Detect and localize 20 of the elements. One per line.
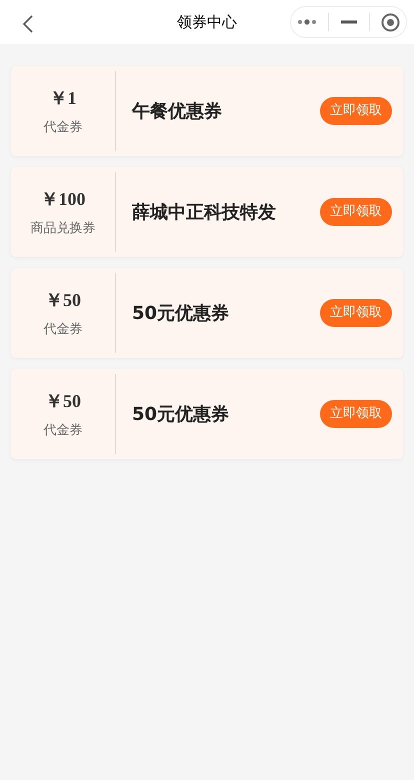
page-title: 领券中心 [177, 12, 237, 33]
close-icon[interactable] [381, 12, 400, 32]
claim-button[interactable]: 立即领取 [320, 97, 392, 125]
more-icon[interactable] [296, 19, 317, 25]
coupon-type: 代金券 [44, 118, 82, 137]
coupon-type: 代金券 [44, 320, 82, 339]
coupon-name: 50元优惠券 [131, 302, 230, 326]
coupon-amount: ￥1 [50, 86, 76, 110]
coupon-name: 午餐优惠券 [130, 100, 223, 124]
coupon-name: 50元优惠券 [131, 402, 230, 426]
claim-button[interactable]: 立即领取 [320, 299, 392, 327]
coupon-amount: ￥100 [40, 188, 86, 211]
claim-button[interactable]: 立即领取 [320, 400, 392, 428]
coupon-amount: ￥50 [45, 390, 81, 413]
coupon-type: 代金券 [44, 422, 82, 440]
coupon-name: 薛城中正科技特发 [131, 200, 277, 224]
claim-button[interactable]: 立即领取 [320, 198, 392, 226]
coupon-type: 商品兑换券 [30, 220, 96, 238]
coupon-amount: ￥50 [45, 288, 81, 312]
minimize-icon[interactable] [340, 20, 357, 24]
